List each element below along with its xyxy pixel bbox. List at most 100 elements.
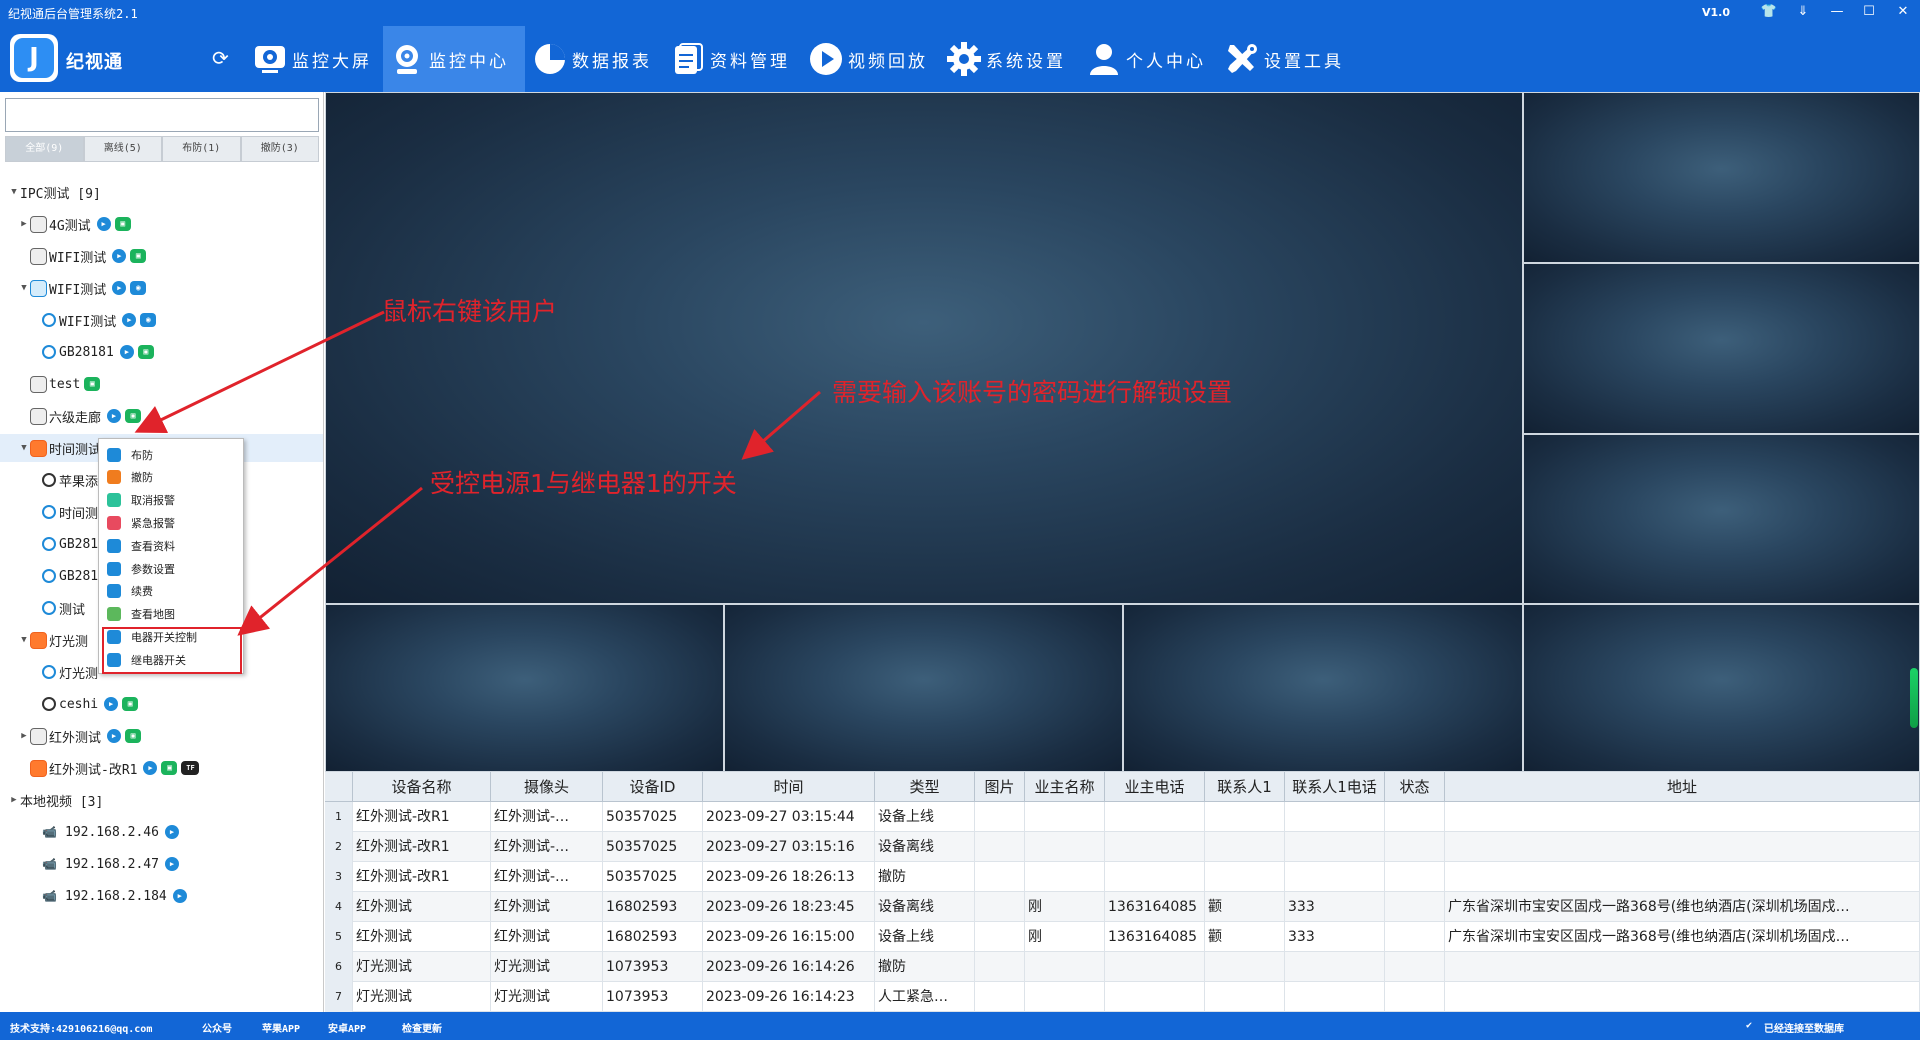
column-header[interactable]: 状态: [1385, 772, 1445, 802]
context-menu-item[interactable]: 查看地图: [99, 603, 243, 626]
video-cell[interactable]: [1123, 604, 1523, 772]
tree-item[interactable]: WIFI测试 ▶ ▣: [0, 242, 323, 270]
network-icon: ▣: [137, 345, 154, 359]
context-menu-item[interactable]: 撤防: [99, 466, 243, 489]
column-header[interactable]: 摄像头: [491, 772, 603, 802]
wechat-official-link[interactable]: 公众号: [202, 1020, 232, 1035]
video-cell[interactable]: [1523, 92, 1920, 263]
tree-item[interactable]: 📹 192.168.2.184 ▶: [0, 882, 323, 910]
table-row[interactable]: 3 红外测试-改R1 红外测试-… 50357025 2023-09-26 18:26:…: [325, 862, 1920, 892]
tree-item[interactable]: 📹 192.168.2.46 ▶: [0, 818, 323, 846]
collapse-arrow-icon[interactable]: ▶: [18, 219, 30, 229]
column-header[interactable]: 类型: [875, 772, 975, 802]
table-row[interactable]: 4 红外测试 红外测试 16802593 2023-09-26 18:23:45 设备离线…: [325, 892, 1920, 922]
close-button[interactable]: ✕: [1886, 0, 1920, 24]
play-badge-icon[interactable]: ▶: [172, 889, 187, 903]
side-scroll-indicator[interactable]: [1910, 668, 1918, 728]
column-header[interactable]: 业主电话: [1105, 772, 1205, 802]
tree-item[interactable]: ▼ WIFI测试 ▶ ◉: [0, 274, 323, 302]
context-menu-item[interactable]: 参数设置: [99, 557, 243, 580]
column-header[interactable]: 设备ID: [603, 772, 703, 802]
play-badge-icon[interactable]: ▶: [104, 697, 119, 711]
tree-item-label: 测试: [59, 602, 86, 618]
tree-group[interactable]: ▶ 本地视频 [3]: [0, 786, 323, 814]
tree-item[interactable]: GB28181 ▶ ▣: [0, 338, 323, 366]
table-row[interactable]: 1 红外测试-改R1 红外测试-… 50357025 2023-09-27 03:15:…: [325, 802, 1920, 832]
minimize-button[interactable]: —: [1820, 0, 1854, 24]
expand-arrow-icon[interactable]: ▼: [18, 635, 30, 645]
collapse-arrow-icon[interactable]: ▶: [8, 795, 20, 805]
play-badge-icon[interactable]: ▶: [143, 761, 158, 775]
tree-item[interactable]: WIFI测试 ▶ ◉: [0, 306, 323, 334]
table-row[interactable]: 7 灯光测试 灯光测试 1073953 2023-09-26 16:14:23 人工紧急…: [325, 982, 1920, 1012]
filter-offline[interactable]: 离线(5): [83, 136, 162, 162]
tree-item[interactable]: ▶ 红外测试 ▶ ▣: [0, 722, 323, 750]
nav-personal-center[interactable]: 个人中心: [1080, 26, 1212, 92]
context-menu-item[interactable]: 紧急报警: [99, 511, 243, 534]
expand-arrow-icon[interactable]: ▼: [18, 283, 30, 293]
tree-item[interactable]: 📹 192.168.2.47 ▶: [0, 850, 323, 878]
collapse-icon[interactable]: ⇓: [1786, 0, 1820, 24]
play-badge-icon[interactable]: ▶: [164, 825, 179, 839]
column-header[interactable]: 设备名称: [353, 772, 491, 802]
tree-item[interactable]: ceshi ▶ ▣: [0, 690, 323, 718]
table-row[interactable]: 2 红外测试-改R1 红外测试-… 50357025 2023-09-27 03:15:…: [325, 832, 1920, 862]
nav-data-management[interactable]: 资料管理: [664, 26, 796, 92]
column-header[interactable]: 地址: [1445, 772, 1920, 802]
column-header[interactable]: [325, 772, 353, 802]
ios-app-link[interactable]: 苹果APP: [262, 1020, 300, 1035]
check-update-link[interactable]: 检查更新: [402, 1020, 442, 1035]
video-cell[interactable]: [1523, 434, 1920, 604]
tree-item[interactable]: ▶ 4G测试 ▶ ▣: [0, 210, 323, 238]
skin-icon[interactable]: 👕: [1752, 0, 1786, 24]
filter-all[interactable]: 全部(9): [5, 136, 84, 162]
play-badge-icon[interactable]: ▶: [112, 281, 127, 295]
maximize-button[interactable]: ☐: [1852, 0, 1886, 24]
expand-arrow-icon[interactable]: ▼: [18, 443, 30, 453]
play-badge-icon[interactable]: ▶: [122, 313, 137, 327]
table-cell: 颧: [1205, 892, 1285, 922]
expand-arrow-icon[interactable]: ▼: [8, 187, 20, 197]
play-badge-icon[interactable]: ▶: [96, 217, 111, 231]
context-menu-item[interactable]: 取消报警: [99, 489, 243, 512]
context-menu-item[interactable]: 布防: [99, 443, 243, 466]
column-header[interactable]: 联系人1电话: [1285, 772, 1385, 802]
table-row[interactable]: 6 灯光测试 灯光测试 1073953 2023-09-26 16:14:26 撤防: [325, 952, 1920, 982]
play-badge-icon[interactable]: ▶: [112, 249, 127, 263]
tree-item[interactable]: 六级走廊 ▶ ▣: [0, 402, 323, 430]
collapse-arrow-icon[interactable]: ▶: [18, 731, 30, 741]
column-header[interactable]: 时间: [703, 772, 875, 802]
refresh-icon[interactable]: ⟳: [212, 46, 229, 70]
device-search-input[interactable]: [5, 98, 319, 132]
tree-item[interactable]: 红外测试-改R1 ▶ ▣ TF: [0, 754, 323, 782]
video-cell-main[interactable]: [325, 92, 1523, 604]
nav-monitor-center[interactable]: 监控中心: [383, 26, 525, 92]
context-menu-item[interactable]: 查看资料: [99, 534, 243, 557]
play-badge-icon[interactable]: ▶: [107, 409, 122, 423]
video-cell[interactable]: [724, 604, 1123, 772]
table-row[interactable]: 5 红外测试 红外测试 16802593 2023-09-26 16:15:00 设备上线…: [325, 922, 1920, 952]
table-cell: [1025, 952, 1105, 982]
column-header[interactable]: 图片: [975, 772, 1025, 802]
android-app-link[interactable]: 安卓APP: [328, 1020, 366, 1035]
context-menu-item[interactable]: 续费: [99, 580, 243, 603]
play-badge-icon[interactable]: ▶: [107, 729, 122, 743]
nav-data-report[interactable]: 数据报表: [526, 26, 658, 92]
camera-icon: [42, 601, 56, 615]
column-header[interactable]: 联系人1: [1205, 772, 1285, 802]
filter-armed[interactable]: 布防(1): [162, 136, 241, 162]
nav-video-playback[interactable]: 视频回放: [802, 26, 934, 92]
nav-monitor-screen[interactable]: 监控大屏: [246, 26, 378, 92]
video-cell[interactable]: [1523, 263, 1920, 434]
nav-settings-tools[interactable]: 设置工具: [1218, 26, 1350, 92]
table-cell: [975, 922, 1025, 952]
tree-group[interactable]: ▼ IPC测试 [9]: [0, 178, 323, 206]
video-cell[interactable]: [1523, 604, 1920, 772]
play-badge-icon[interactable]: ▶: [164, 857, 179, 871]
video-cell[interactable]: [325, 604, 724, 772]
tree-item[interactable]: test ▣: [0, 370, 323, 398]
filter-disarmed[interactable]: 撤防(3): [240, 136, 319, 162]
play-badge-icon[interactable]: ▶: [119, 345, 134, 359]
column-header[interactable]: 业主名称: [1025, 772, 1105, 802]
nav-system-settings[interactable]: 系统设置: [940, 26, 1072, 92]
